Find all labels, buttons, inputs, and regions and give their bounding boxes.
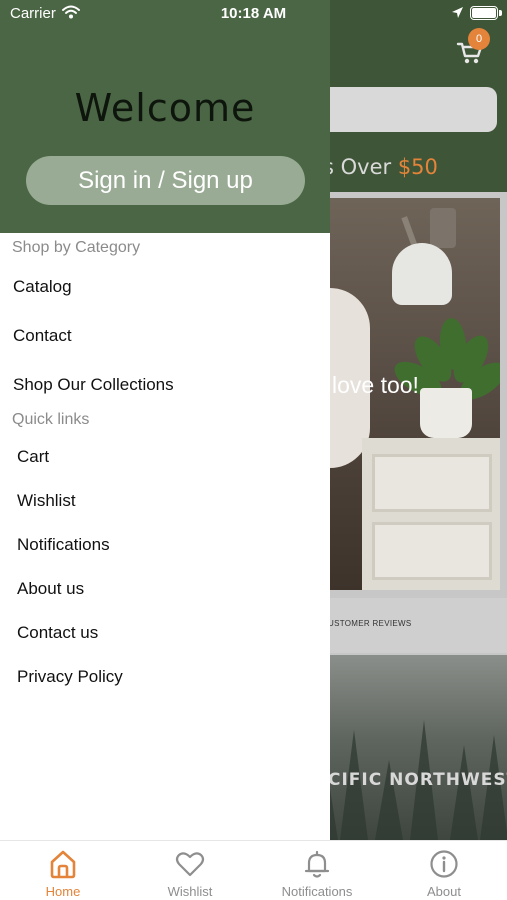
info-icon [430, 850, 458, 878]
tab-notifications[interactable]: Notifications [254, 841, 380, 900]
cart-count-badge: 0 [468, 28, 490, 50]
tab-wishlist-label: Wishlist [167, 884, 213, 899]
menu-item-catalog[interactable]: Catalog [13, 277, 72, 297]
drawer-header: Welcome Sign in / Sign up [0, 0, 330, 233]
tab-home-label: Home [45, 884, 81, 899]
forest-image[interactable] [300, 655, 507, 840]
location-arrow-icon [452, 7, 463, 18]
tab-about-label: About [427, 884, 461, 899]
menu-item-wishlist[interactable]: Wishlist [17, 491, 76, 511]
menu-item-shop-collections[interactable]: Shop Our Collections [13, 375, 174, 395]
plant-pot-shape [420, 388, 472, 438]
welcome-title: Welcome [74, 86, 256, 130]
hero-caption: love too! [332, 372, 419, 398]
tab-wishlist[interactable]: Wishlist [127, 841, 253, 900]
home-icon [50, 850, 76, 879]
menu-item-privacy-policy[interactable]: Privacy Policy [17, 667, 123, 687]
lamp-shade-shape [392, 243, 452, 305]
menu-item-contact-us[interactable]: Contact us [17, 623, 98, 643]
side-drawer: Welcome Sign in / Sign up Shop by Catego… [0, 0, 330, 840]
quick-links-title: Quick links [12, 411, 90, 428]
shop-by-category-title: Shop by Category [12, 239, 141, 256]
menu-item-notifications[interactable]: Notifications [17, 535, 110, 555]
status-time: 10:18 AM [220, 5, 287, 22]
tab-notifications-label: Notifications [281, 884, 353, 899]
status-bar: Carrier 10:18 AM [0, 0, 507, 28]
tab-about[interactable]: About [381, 841, 507, 900]
cabinet-shape [362, 438, 500, 590]
reviews-label: USTOMER REVIEWS [328, 619, 412, 628]
lamp-mount-shape [430, 208, 456, 248]
menu-item-about-us[interactable]: About us [17, 579, 84, 599]
forest-caption: CIFIC NORTHWEST! [328, 770, 507, 790]
promo-amount: $50 [397, 155, 438, 179]
menu-item-cart[interactable]: Cart [17, 447, 49, 467]
heart-icon [175, 852, 205, 877]
battery-icon [470, 6, 502, 20]
bottom-tab-bar: Home Wishlist Notifications About [0, 840, 507, 900]
tab-home[interactable]: Home [0, 841, 126, 900]
bell-icon [304, 850, 330, 878]
promo-banner-text: s Over $50 [323, 155, 438, 179]
sign-in-button[interactable]: Sign in / Sign up [26, 156, 305, 205]
menu-item-contact[interactable]: Contact [13, 326, 72, 346]
promo-text: s Over [323, 155, 398, 179]
